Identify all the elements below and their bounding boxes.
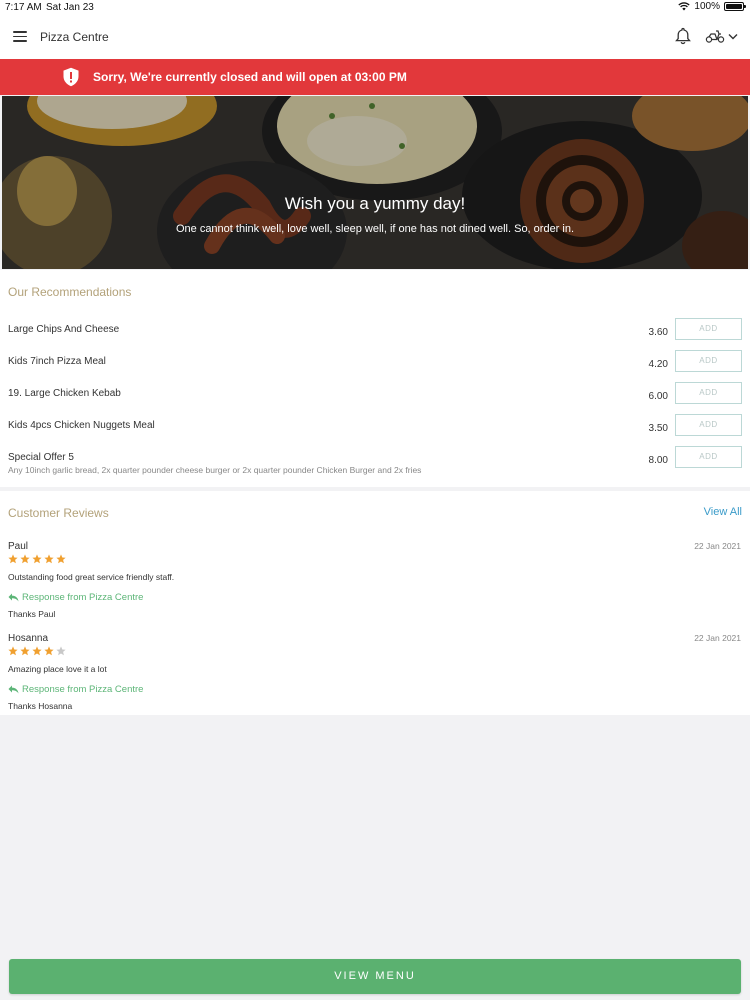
view-all-reviews-link[interactable]: View All <box>704 506 742 518</box>
item-price: 3.60 <box>648 327 668 338</box>
review-date: 22 Jan 2021 <box>694 633 741 643</box>
response-from-label: Response from Pizza Centre <box>22 684 144 695</box>
star-rating <box>8 646 66 656</box>
review-item: Paul 22 Jan 2021 Outstanding food great … <box>0 541 750 633</box>
owner-reply: Thanks Paul <box>8 609 56 619</box>
owner-response-label: Response from Pizza Centre <box>8 592 143 603</box>
restaurant-title: Pizza Centre <box>40 30 109 44</box>
status-date: Sat Jan 23 <box>46 2 94 13</box>
star-icon <box>44 554 54 564</box>
status-time: 7:17 AM <box>5 2 42 13</box>
star-icon <box>8 554 18 564</box>
hamburger-menu-icon[interactable] <box>13 31 27 42</box>
recommendation-item: Large Chips And Cheese 3.60 ADD <box>0 318 750 356</box>
review-author: Hosanna <box>8 633 49 644</box>
star-icon <box>20 646 30 656</box>
review-text: Outstanding food great service friendly … <box>8 572 175 582</box>
bell-icon[interactable] <box>675 27 691 45</box>
item-name: Kids 7inch Pizza Meal <box>8 356 106 367</box>
hero-banner: Wish you a yummy day! One cannot think w… <box>2 96 748 269</box>
response-from-label: Response from Pizza Centre <box>22 592 144 603</box>
recommendations-section: Our Recommendations Large Chips And Chee… <box>0 270 750 487</box>
star-icon <box>56 554 66 564</box>
star-icon <box>44 646 54 656</box>
item-description: Any 10inch garlic bread, 2x quarter poun… <box>8 465 422 475</box>
customer-reviews-section: Customer Reviews View All Paul 22 Jan 20… <box>0 491 750 715</box>
add-button[interactable]: ADD <box>675 382 742 404</box>
wifi-icon <box>678 2 691 11</box>
recommendation-item: Kids 7inch Pizza Meal 4.20 ADD <box>0 350 750 388</box>
owner-reply: Thanks Hosanna <box>8 701 73 711</box>
reviews-title: Customer Reviews <box>8 506 109 520</box>
shield-alert-icon <box>63 67 79 87</box>
star-icon <box>32 554 42 564</box>
review-text: Amazing place love it a lot <box>8 664 107 674</box>
status-bar: 7:17 AM Sat Jan 23 100% <box>0 0 750 14</box>
closed-banner: Sorry, We're currently closed and will o… <box>0 59 750 95</box>
add-button[interactable]: ADD <box>675 414 742 436</box>
hero-headline: Wish you a yummy day! <box>284 194 466 213</box>
add-button[interactable]: ADD <box>675 446 742 468</box>
item-name: Special Offer 5 <box>8 452 74 463</box>
scooter-icon <box>705 30 725 43</box>
recommendation-item: Special Offer 5 Any 10inch garlic bread,… <box>0 446 750 484</box>
item-name: Kids 4pcs Chicken Nuggets Meal <box>8 420 155 431</box>
view-menu-button[interactable]: VIEW MENU <box>9 959 741 994</box>
delivery-mode-selector[interactable] <box>705 28 739 44</box>
review-item: Hosanna 22 Jan 2021 Amazing place love i… <box>0 633 750 725</box>
app-header: Pizza Centre <box>0 14 750 59</box>
reply-icon <box>8 685 19 694</box>
review-date: 22 Jan 2021 <box>694 541 741 551</box>
item-price: 8.00 <box>648 455 668 466</box>
closed-message: Sorry, We're currently closed and will o… <box>93 70 407 84</box>
recommendation-item: 19. Large Chicken Kebab 6.00 ADD <box>0 382 750 420</box>
star-icon <box>32 646 42 656</box>
item-price: 3.50 <box>648 423 668 434</box>
item-name: Large Chips And Cheese <box>8 324 120 335</box>
item-price: 6.00 <box>648 391 668 402</box>
chevron-down-icon <box>728 33 738 39</box>
item-name: 19. Large Chicken Kebab <box>8 388 121 399</box>
recommendation-item: Kids 4pcs Chicken Nuggets Meal 3.50 ADD <box>0 414 750 452</box>
review-author: Paul <box>8 541 29 552</box>
hero-subtext: One cannot think well, love well, sleep … <box>175 223 575 235</box>
status-indicators: 100% <box>678 1 746 12</box>
star-rating <box>8 554 66 564</box>
add-button[interactable]: ADD <box>675 318 742 340</box>
item-price: 4.20 <box>648 359 668 370</box>
battery-percent: 100% <box>694 1 720 12</box>
owner-response-label: Response from Pizza Centre <box>8 684 143 695</box>
battery-icon <box>724 2 746 11</box>
star-icon <box>20 554 30 564</box>
add-button[interactable]: ADD <box>675 350 742 372</box>
star-icon <box>8 646 18 656</box>
star-icon <box>56 646 66 656</box>
recommendations-title: Our Recommendations <box>8 285 132 299</box>
reply-icon <box>8 593 19 602</box>
